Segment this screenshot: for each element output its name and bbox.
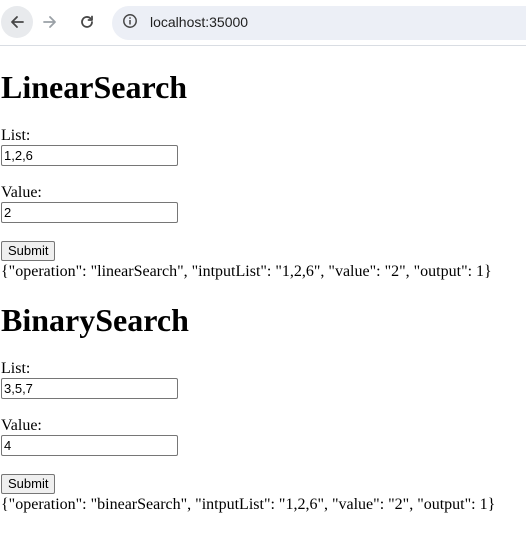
reload-icon: [79, 14, 95, 30]
site-info-button[interactable]: [118, 11, 142, 35]
linear-list-input[interactable]: [1, 145, 178, 166]
arrow-left-icon: [9, 14, 25, 30]
binary-search-output: {"operation": "binearSearch", "intputLis…: [1, 496, 496, 513]
arrow-right-icon: [42, 14, 58, 30]
linear-value-input[interactable]: [1, 202, 178, 223]
url-text[interactable]: localhost:35000: [150, 14, 248, 31]
binary-value-label: Value:: [1, 417, 42, 434]
browser-toolbar: localhost:35000: [0, 0, 526, 46]
linear-submit-button[interactable]: Submit: [1, 241, 56, 261]
binary-value-input[interactable]: [1, 435, 178, 456]
address-bar[interactable]: localhost:35000: [112, 6, 526, 40]
binary-list-label: List:: [1, 360, 31, 377]
reload-button[interactable]: [71, 6, 103, 38]
info-icon: [122, 13, 138, 34]
linear-value-label: Value:: [1, 184, 42, 201]
back-button[interactable]: [1, 6, 33, 38]
binary-list-input[interactable]: [1, 378, 178, 399]
binary-search-title: BinarySearch: [1, 302, 189, 338]
binary-submit-button[interactable]: Submit: [1, 474, 56, 494]
forward-button[interactable]: [34, 6, 66, 38]
linear-list-label: List:: [1, 127, 31, 144]
linear-search-output: {"operation": "linearSearch", "intputLis…: [1, 263, 492, 280]
linear-search-title: LinearSearch: [1, 69, 188, 105]
